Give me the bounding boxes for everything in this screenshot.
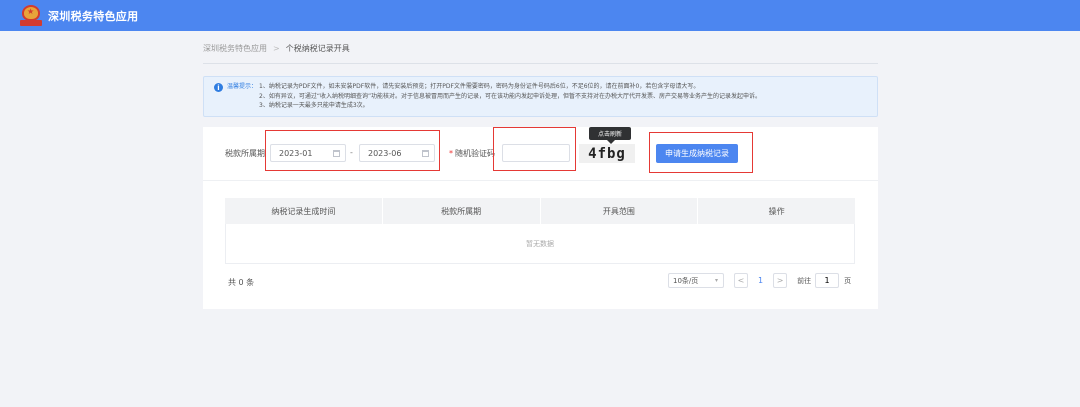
notice-box: i 温馨提示： 1、纳税记录为PDF文件，如未安装PDF软件，请先安装后预览；打…: [203, 76, 878, 117]
goto-label: 前往: [797, 276, 812, 285]
notice-line-2: 2、如有异议，可通过“收入纳税明细查询”功能核对。对于信息被冒用而产生的记录，可…: [259, 92, 762, 100]
highlight-period-box: [265, 130, 440, 171]
main-card: 税款所属期 2023-01 - 2023-06 * 随机验证码 点击刷新 4fbg…: [203, 127, 878, 309]
form-divider: [203, 180, 878, 181]
page-size-select[interactable]: 10条/页 ▾: [668, 273, 724, 288]
breadcrumb-root[interactable]: 深圳税务特色应用: [203, 43, 267, 54]
prev-page-button[interactable]: <: [734, 273, 748, 288]
tax-logo-icon: ★: [20, 4, 42, 27]
column-header-tax-period: 税款所属期: [383, 198, 541, 224]
required-mark: *: [449, 149, 453, 158]
notice-line-3: 3、纳税记录一天最多只能申请生成3次。: [259, 102, 369, 109]
captcha-image[interactable]: 4fbg: [579, 144, 635, 163]
notice-lines: 1、纳税记录为PDF文件，如未安装PDF软件，请先安装后预览；打开PDF文件需要…: [259, 82, 761, 116]
captcha-label: * 随机验证码: [449, 148, 495, 159]
goto-page-input[interactable]: [815, 273, 840, 288]
table-header: 纳税记录生成时间 税款所属期 开具范围 操作: [225, 198, 855, 224]
chevron-down-icon: ▾: [714, 277, 718, 284]
captcha-label-text: 随机验证码: [455, 149, 495, 158]
info-icon: i: [214, 83, 223, 92]
column-header-actions: 操作: [768, 206, 785, 216]
records-table: 纳税记录生成时间 税款所属期 开具范围 操作 暂无数据: [225, 198, 855, 264]
pagination: 10条/页 ▾ < 1 > 前往 页: [668, 273, 851, 288]
breadcrumb-current: 个税纳税记录开具: [285, 44, 350, 53]
notice-label: 温馨提示：: [227, 83, 258, 90]
period-label: 税款所属期: [225, 149, 265, 158]
app-title: 深圳税务特色应用: [48, 9, 139, 23]
column-header-generated-time: 纳税记录生成时间: [225, 198, 383, 224]
column-header-scope: 开具范围: [541, 198, 699, 224]
highlight-captcha-box: [493, 127, 576, 171]
total-count: 共 0 条: [228, 278, 255, 287]
breadcrumb: 深圳税务特色应用 > 个税纳税记录开具: [203, 43, 350, 54]
breadcrumb-separator: >: [273, 44, 280, 53]
highlight-button-box: [649, 132, 753, 173]
next-page-button[interactable]: >: [773, 273, 788, 288]
goto-suffix: 页: [844, 276, 852, 285]
table-empty-state: 暂无数据: [225, 224, 855, 264]
current-page-number[interactable]: 1: [758, 276, 763, 285]
page-size-value: 10条/页: [673, 276, 699, 285]
notice-line-1: 1、纳税记录为PDF文件，如未安装PDF软件，请先安装后预览；打开PDF文件需要…: [259, 83, 700, 90]
breadcrumb-divider: [203, 63, 878, 64]
top-bar: ★ 深圳税务特色应用: [0, 0, 1080, 31]
refresh-tooltip: 点击刷新: [589, 127, 631, 144]
